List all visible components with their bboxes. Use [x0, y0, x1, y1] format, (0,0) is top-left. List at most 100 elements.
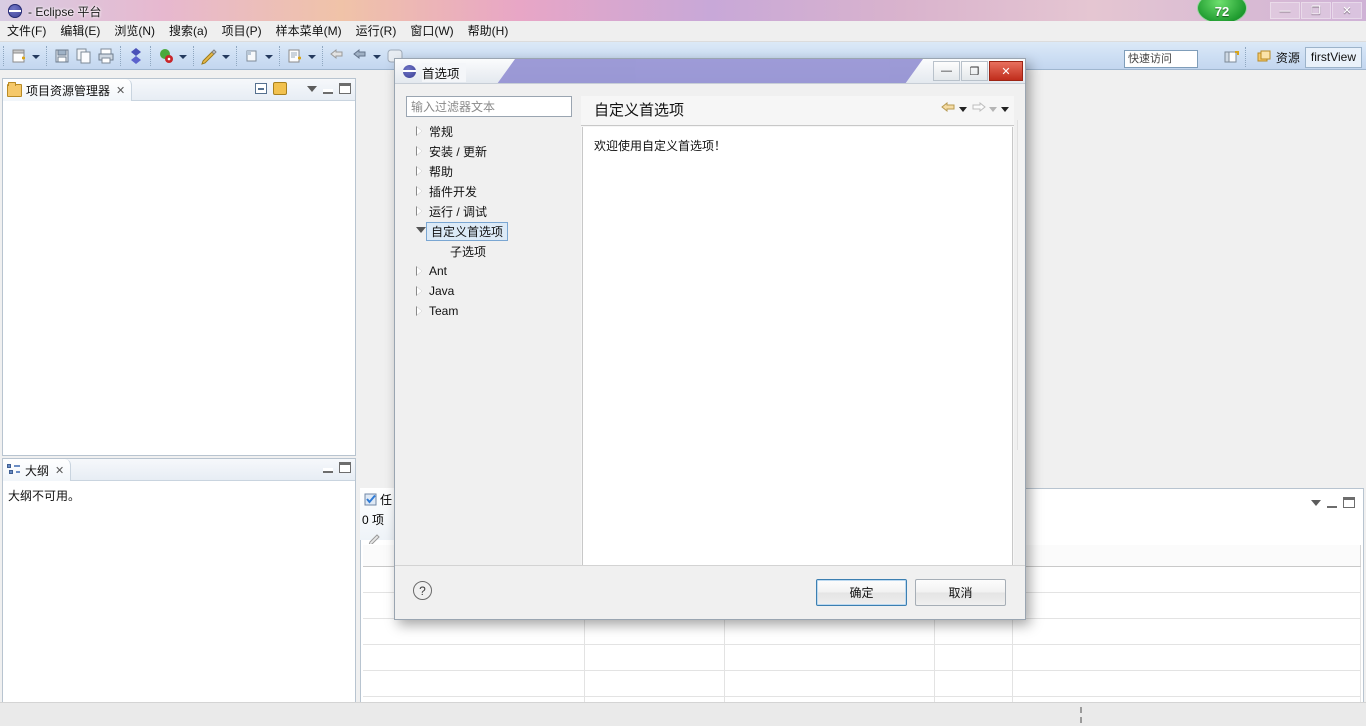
screen: - Eclipse 平台 72 — ❐ ✕ 文件(F) 编辑(E) 浏览(N) … — [0, 0, 1366, 726]
tab-outline-label: 大纲 — [25, 463, 50, 478]
chevron-right-icon[interactable] — [414, 201, 427, 221]
bottom-tab-label[interactable]: 任 — [380, 491, 392, 508]
dialog-restore-button[interactable]: ❐ — [961, 61, 988, 81]
chevron-right-icon[interactable] — [414, 161, 427, 181]
menu-file[interactable]: 文件(F) — [0, 22, 53, 41]
window-restore-button[interactable]: ❐ — [1301, 2, 1331, 19]
minimize-icon[interactable] — [323, 467, 333, 473]
tab-outline[interactable]: 大纲 ✕ — [3, 459, 72, 481]
back-dropdown-icon[interactable] — [371, 46, 382, 66]
window-controls: — ❐ ✕ — [1270, 2, 1362, 19]
menu-project[interactable]: 项目(P) — [215, 22, 269, 41]
minimize-icon[interactable] — [323, 88, 333, 94]
tree-item-general[interactable]: 常规 — [406, 121, 572, 141]
eclipse-logo-icon — [8, 4, 22, 18]
dialog-title-decoration — [497, 59, 923, 83]
run-icon[interactable] — [199, 46, 219, 66]
menu-navigate[interactable]: 浏览(N) — [107, 22, 162, 41]
toolbar-separator — [236, 45, 238, 66]
preference-page: 自定义首选项 欢迎使用自定义首选项！ — [581, 96, 1014, 573]
chevron-right-icon[interactable] — [414, 181, 427, 201]
minimize-icon[interactable] — [1327, 502, 1337, 508]
previous-annotation-icon[interactable] — [328, 46, 348, 66]
maximize-icon[interactable] — [1343, 497, 1355, 508]
chevron-right-icon[interactable] — [414, 281, 427, 301]
menu-run[interactable]: 运行(R) — [349, 22, 404, 41]
menu-help[interactable]: 帮助(H) — [461, 22, 516, 41]
tab-project-explorer[interactable]: 项目资源管理器 ✕ — [3, 79, 133, 101]
dialog-minimize-button[interactable]: — — [933, 61, 960, 81]
editor-vertical-scrollbar[interactable] — [1017, 120, 1024, 450]
tree-item-install-update[interactable]: 安装 / 更新 — [406, 141, 572, 161]
toolbar-separator — [322, 45, 324, 66]
chevron-right-icon[interactable] — [414, 121, 427, 141]
perspective-resource[interactable]: 资源 — [1250, 47, 1305, 68]
tree-item-ant[interactable]: Ant — [406, 261, 572, 281]
table-header-cell[interactable] — [1013, 545, 1361, 566]
tree-item-sub-option[interactable]: 子选项 — [406, 241, 572, 261]
window-title: - Eclipse 平台 — [28, 5, 102, 19]
external-tools-icon[interactable] — [242, 46, 262, 66]
back-icon[interactable] — [941, 101, 956, 116]
tree-item-run-debug[interactable]: 运行 / 调试 — [406, 201, 572, 221]
build-all-icon[interactable] — [126, 46, 146, 66]
tree-item-label: 常规 — [429, 124, 454, 139]
filter-input[interactable]: 输入过滤器文本 — [406, 96, 572, 117]
maximize-icon[interactable] — [339, 83, 351, 94]
back-dropdown-icon[interactable] — [959, 103, 968, 115]
save-all-icon[interactable] — [74, 46, 94, 66]
page-menu-icon[interactable] — [1001, 103, 1010, 115]
external-tools-dropdown-icon[interactable] — [263, 46, 274, 66]
dialog-close-button[interactable]: ✕ — [989, 61, 1023, 81]
save-icon[interactable] — [52, 46, 72, 66]
forward-icon[interactable] — [971, 101, 986, 116]
menu-edit[interactable]: 编辑(E) — [53, 22, 107, 41]
chevron-down-icon[interactable] — [414, 221, 427, 241]
view-menu-icon[interactable] — [1311, 499, 1321, 506]
window-close-button[interactable]: ✕ — [1332, 2, 1362, 19]
open-perspective-icon[interactable] — [1221, 47, 1241, 67]
tree-item-label: 帮助 — [429, 164, 454, 179]
menu-search[interactable]: 搜索(a) — [162, 22, 215, 41]
help-icon[interactable]: ? — [413, 581, 432, 600]
maximize-icon[interactable] — [339, 462, 351, 473]
perspective-firstview[interactable]: firstView — [1304, 46, 1362, 68]
window-minimize-button[interactable]: — — [1270, 2, 1300, 19]
cancel-button[interactable]: 取消 — [915, 579, 1006, 606]
new-java-project-icon[interactable] — [285, 46, 305, 66]
menu-sample[interactable]: 样本菜单(M) — [269, 22, 349, 41]
new-wizard-dropdown-icon[interactable] — [30, 46, 41, 66]
table-row[interactable] — [363, 619, 1361, 645]
tree-item-help[interactable]: 帮助 — [406, 161, 572, 181]
collapse-all-icon[interactable] — [255, 83, 267, 94]
chevron-right-icon[interactable] — [414, 301, 427, 321]
debug-icon[interactable] — [156, 46, 176, 66]
table-row[interactable] — [363, 645, 1361, 671]
close-icon[interactable]: ✕ — [55, 464, 64, 477]
dialog-window-controls: — ❐ ✕ — [932, 61, 1023, 81]
debug-dropdown-icon[interactable] — [177, 46, 188, 66]
tree-item-java[interactable]: Java — [406, 281, 572, 301]
new-wizard-icon[interactable] — [9, 46, 29, 66]
run-dropdown-icon[interactable] — [220, 46, 231, 66]
tree-item-custom-prefs[interactable]: 自定义首选项 — [406, 221, 572, 241]
project-explorer-tree[interactable] — [3, 101, 355, 455]
tasks-icon — [364, 493, 378, 506]
new-java-dropdown-icon[interactable] — [306, 46, 317, 66]
menu-window[interactable]: 窗口(W) — [403, 22, 460, 41]
print-icon[interactable] — [96, 46, 116, 66]
link-with-editor-icon[interactable] — [273, 82, 287, 95]
forward-dropdown-icon[interactable] — [989, 103, 998, 115]
table-row[interactable] — [363, 671, 1361, 697]
close-icon[interactable]: ✕ — [116, 84, 125, 97]
chevron-right-icon[interactable] — [414, 261, 427, 281]
dialog-footer: ? 确定 取消 — [395, 565, 1025, 619]
back-icon[interactable] — [350, 46, 370, 66]
tree-item-label: Ant — [429, 264, 448, 278]
view-menu-icon[interactable] — [307, 85, 317, 92]
ok-button[interactable]: 确定 — [816, 579, 907, 606]
quick-access-input[interactable]: 快速访问 — [1124, 50, 1198, 68]
tree-item-plugin-dev[interactable]: 插件开发 — [406, 181, 572, 201]
tree-item-team[interactable]: Team — [406, 301, 572, 321]
chevron-right-icon[interactable] — [414, 141, 427, 161]
